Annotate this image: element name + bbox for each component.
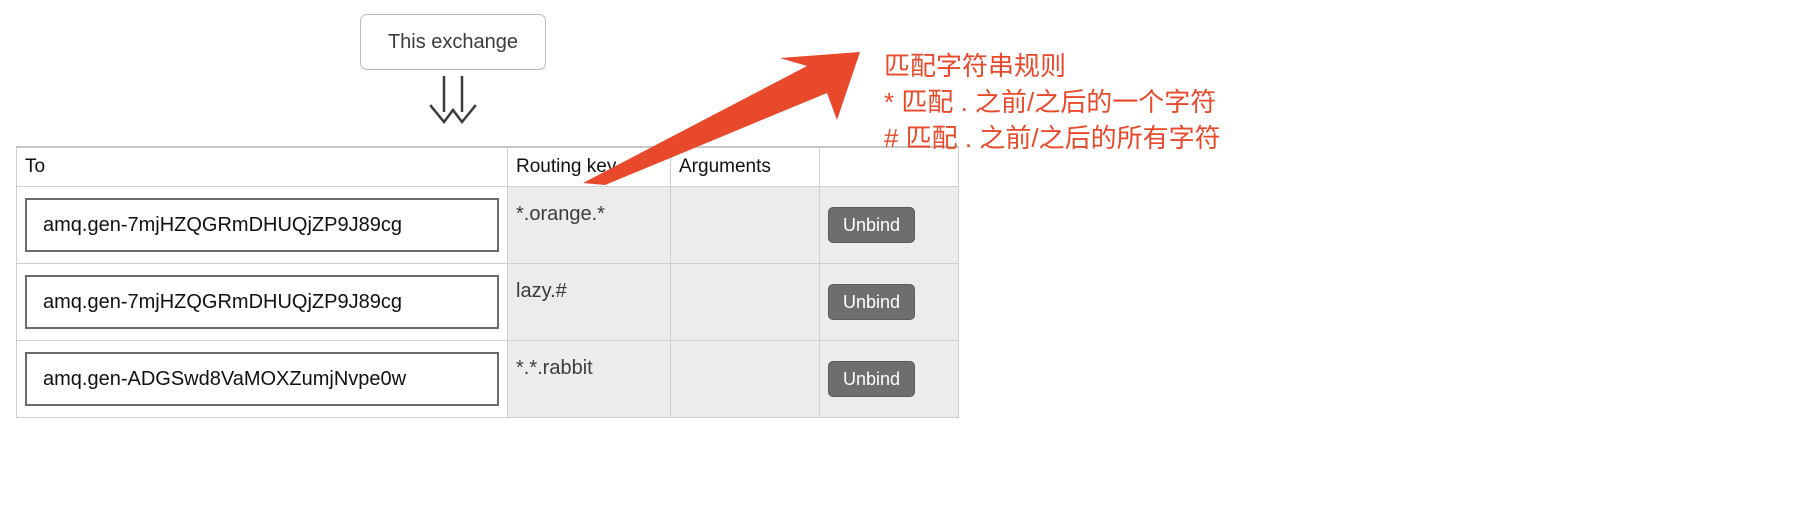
queue-name-chip[interactable]: amq.gen-7mjHZQGRmDHUQjZP9J89cg [25,275,499,329]
cell-routing-key: *.*.rabbit [507,340,671,418]
bindings-table-header: To Routing key Arguments [16,146,959,187]
this-exchange-box: This exchange [360,14,546,70]
cell-actions: Unbind [819,340,959,418]
table-row: amq.gen-7mjHZQGRmDHUQjZP9J89cg *.orange.… [16,186,959,264]
cell-to: amq.gen-ADGSwd8VaMOXZumjNvpe0w [16,340,508,418]
queue-name-chip[interactable]: amq.gen-ADGSwd8VaMOXZumjNvpe0w [25,352,499,406]
table-row: amq.gen-7mjHZQGRmDHUQjZP9J89cg lazy.# Un… [16,263,959,341]
unbind-button[interactable]: Unbind [828,284,916,320]
unbind-button[interactable]: Unbind [828,361,916,397]
annotation-line-hash: # 匹配 . 之前/之后的所有字符 [884,123,1221,153]
bindings-table-body: amq.gen-7mjHZQGRmDHUQjZP9J89cg *.orange.… [16,186,959,418]
cell-actions: Unbind [819,263,959,341]
cell-arguments [670,186,820,264]
cell-routing-key: *.orange.* [507,186,671,264]
this-exchange-label: This exchange [387,30,519,53]
unbind-button[interactable]: Unbind [828,207,916,243]
column-header-to: To [16,146,508,187]
cell-to: amq.gen-7mjHZQGRmDHUQjZP9J89cg [16,263,508,341]
bindings-table: To Routing key Arguments amq.gen-7mjHZQG… [16,146,959,418]
cell-routing-key: lazy.# [507,263,671,341]
annotation-line-title: 匹配字符串规则 [884,51,1067,81]
cell-arguments [670,340,820,418]
routing-key-value: *.*.rabbit [516,356,593,379]
table-header-row: To Routing key Arguments [16,146,959,187]
queue-name-chip[interactable]: amq.gen-7mjHZQGRmDHUQjZP9J89cg [25,198,499,252]
annotation-text-block: 匹配字符串规则 * 匹配 . 之前/之后的一个字符 # 匹配 . 之前/之后的所… [884,48,1221,156]
cell-to: amq.gen-7mjHZQGRmDHUQjZP9J89cg [16,186,508,264]
routing-key-value: *.orange.* [516,202,605,225]
double-down-arrow-icon [425,76,481,128]
cell-actions: Unbind [819,186,959,264]
table-row: amq.gen-ADGSwd8VaMOXZumjNvpe0w *.*.rabbi… [16,340,959,418]
cell-arguments [670,263,820,341]
column-header-arguments: Arguments [670,146,820,187]
annotation-line-star: * 匹配 . 之前/之后的一个字符 [884,87,1217,117]
column-header-routing-key: Routing key [507,146,671,187]
routing-key-value: lazy.# [516,279,567,302]
